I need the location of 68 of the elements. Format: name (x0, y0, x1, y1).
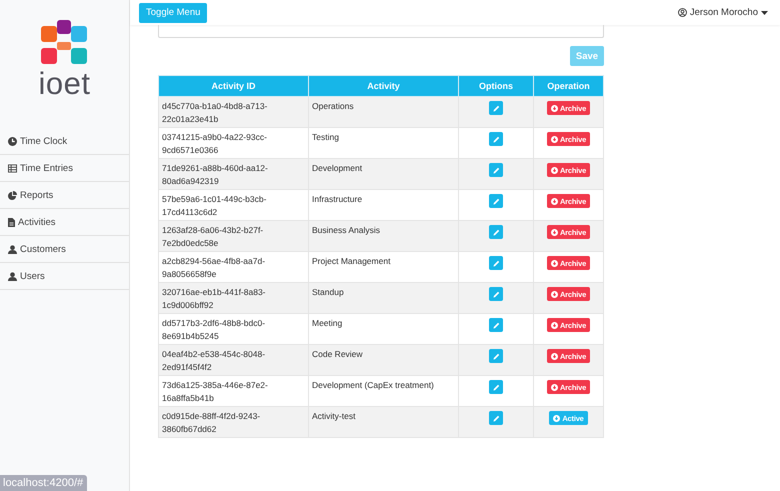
edit-button[interactable] (489, 225, 503, 239)
pencil-icon (492, 166, 500, 174)
circle-arrow-icon (550, 136, 558, 142)
edit-button[interactable] (489, 287, 503, 301)
sidebar-item[interactable]: Time Entries (0, 155, 129, 182)
list-icon (8, 164, 17, 172)
table-cell: Operations (308, 96, 458, 128)
status-bar-url: localhost:4200/# (0, 475, 88, 491)
sidebar-item[interactable]: Customers (0, 236, 129, 263)
table-cell: Development (308, 158, 458, 190)
clock-icon (8, 136, 17, 146)
column-header: Options (458, 76, 534, 96)
sidebar-item[interactable]: Reports (0, 182, 129, 209)
table-cell: 320716ae-eb1b-441f-8a83-1c9d006bff92 (158, 282, 308, 314)
edit-button[interactable] (489, 256, 503, 270)
sidebar-item[interactable]: Time Clock (0, 128, 129, 155)
edit-button[interactable] (489, 194, 503, 208)
edit-button[interactable] (489, 349, 503, 363)
edit-button[interactable] (489, 132, 503, 146)
sidebar-item[interactable]: Activities (0, 209, 129, 236)
pencil-icon (492, 260, 500, 266)
table-cell: Code Review (308, 344, 458, 376)
pie-chart-icon (8, 190, 17, 200)
pencil-icon (492, 228, 500, 236)
sidebar-item[interactable]: Users (0, 263, 129, 290)
edit-button[interactable] (489, 318, 503, 332)
pencil-icon (492, 198, 500, 204)
circle-arrow-icon (550, 198, 558, 204)
circle-arrow-icon (550, 322, 558, 328)
table-cell: Business Analysis (308, 220, 458, 252)
table-cell: 1263af28-6a06-43b2-b27f-7e2bd0edc58e (158, 220, 308, 252)
circle-arrow-icon (550, 166, 558, 174)
pencil-icon (492, 384, 500, 390)
logo-text: ioet (38, 70, 90, 98)
table-cell: Activity-test (308, 406, 458, 438)
file-icon (8, 218, 15, 226)
circle-arrow-icon (550, 352, 558, 360)
column-header: Operation (534, 76, 604, 96)
pencil-icon (492, 136, 500, 142)
circle-arrow-icon (550, 104, 558, 112)
edit-button[interactable] (489, 380, 503, 394)
edit-button[interactable] (489, 411, 503, 425)
pencil-icon (492, 290, 500, 298)
column-header: Activity ID (158, 76, 308, 96)
user-icon (8, 244, 17, 254)
circle-arrow-icon (550, 384, 558, 390)
table-cell: 04eaf4b2-e538-454c-8048-2ed91f45f4f2 (158, 344, 308, 376)
circle-arrow-icon (550, 290, 558, 298)
pencil-icon (492, 352, 500, 360)
table-cell: c0d915de-88ff-4f2d-9243-3860fb67dd62 (158, 406, 308, 438)
edit-button[interactable] (489, 163, 503, 177)
pencil-icon (492, 414, 500, 422)
pencil-icon (492, 104, 500, 112)
toggle-menu-button[interactable]: Toggle Menu (139, 2, 208, 22)
column-header: Activity (308, 76, 458, 96)
circle-arrow-icon (550, 228, 558, 236)
pencil-icon (492, 322, 500, 328)
user-menu[interactable]: Jerson Morocho (678, 7, 768, 18)
edit-button[interactable] (489, 101, 503, 115)
table-cell: 71de9261-a88b-460d-aa12-80ad6a942319 (158, 158, 308, 190)
text-area[interactable] (158, 25, 604, 38)
table-cell: d45c770a-b1a0-4bd8-a713-22c01a23e41b (158, 96, 308, 128)
circle-arrow-icon (550, 260, 558, 266)
table-cell: Standup (308, 282, 458, 314)
user-circle-icon (678, 8, 687, 17)
circle-arrow-icon (553, 414, 560, 422)
user-icon (8, 272, 17, 280)
caret-icon (761, 10, 768, 14)
